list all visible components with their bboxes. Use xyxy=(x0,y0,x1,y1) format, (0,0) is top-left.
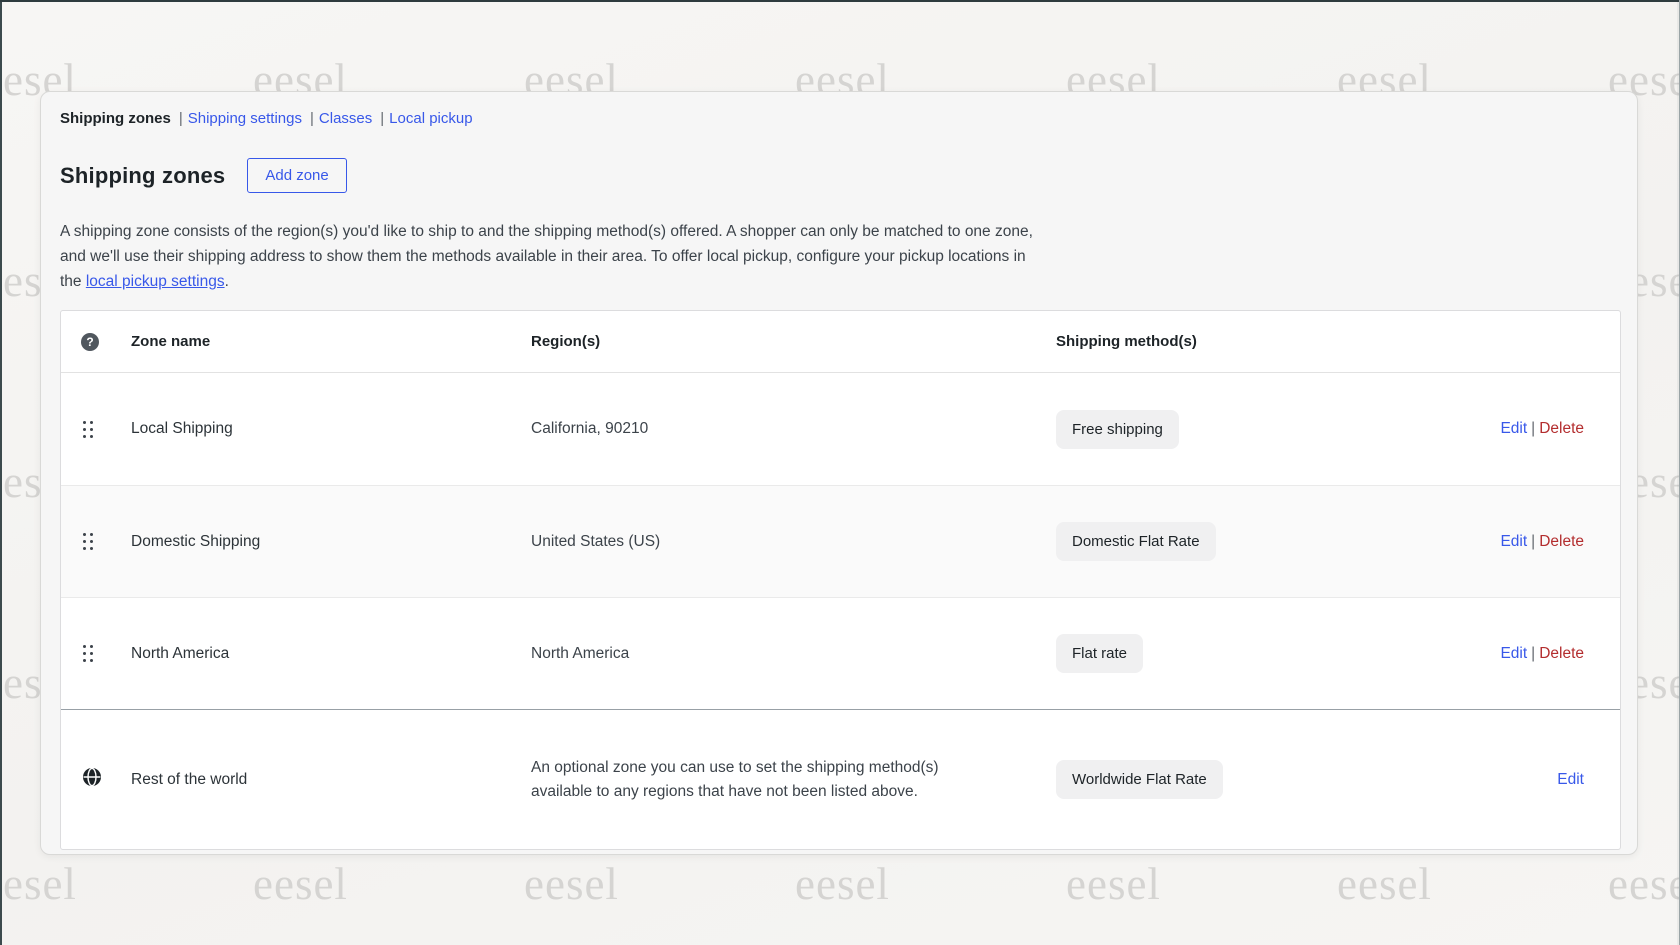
help-icon[interactable]: ? xyxy=(81,333,99,351)
shipping-zones-table: ? Zone name Region(s) Shipping method(s)… xyxy=(60,310,1621,850)
column-header-methods: Shipping method(s) xyxy=(1056,333,1486,350)
zone-region: North America xyxy=(531,642,983,666)
watermark-text: eesel xyxy=(0,858,77,910)
table-row-rest-of-world: Rest of the world An optional zone you c… xyxy=(61,709,1620,849)
watermark-text: eesel xyxy=(1337,858,1432,910)
watermark-text: eesel xyxy=(524,858,619,910)
action-separator: | xyxy=(1531,645,1535,662)
delete-link[interactable]: Delete xyxy=(1539,533,1584,550)
table-header-row: ? Zone name Region(s) Shipping method(s) xyxy=(61,311,1620,373)
edit-link[interactable]: Edit xyxy=(1500,645,1527,662)
table-row: Local Shipping California, 90210 Free sh… xyxy=(61,373,1620,485)
nav-separator: | xyxy=(380,110,384,127)
drag-handle-icon[interactable] xyxy=(83,533,93,550)
nav-separator: | xyxy=(179,110,183,127)
edit-link[interactable]: Edit xyxy=(1500,420,1527,437)
edit-link[interactable]: Edit xyxy=(1557,771,1584,788)
tab-local-pickup[interactable]: Local pickup xyxy=(389,110,472,127)
edit-link[interactable]: Edit xyxy=(1500,533,1527,550)
column-header-regions: Region(s) xyxy=(531,333,1056,350)
watermark-text: eesel xyxy=(1608,858,1680,910)
column-header-zone-name: Zone name xyxy=(131,333,531,350)
delete-link[interactable]: Delete xyxy=(1539,645,1584,662)
zone-name: Domestic Shipping xyxy=(131,533,531,551)
table-row: North America North America Flat rate Ed… xyxy=(61,597,1620,709)
action-separator: | xyxy=(1531,533,1535,550)
shipping-settings-card: Shipping zones | Shipping settings | Classes… xyxy=(40,91,1638,855)
tab-shipping-zones[interactable]: Shipping zones xyxy=(60,110,171,127)
heading-row: Shipping zones Add zone xyxy=(60,158,1637,193)
drag-handle-icon[interactable] xyxy=(83,645,93,662)
zone-name: North America xyxy=(131,645,531,663)
add-zone-button[interactable]: Add zone xyxy=(247,158,346,193)
zone-name: Local Shipping xyxy=(131,420,531,438)
delete-link[interactable]: Delete xyxy=(1539,420,1584,437)
watermark-text: eesel xyxy=(1066,858,1161,910)
shipping-method-badge: Flat rate xyxy=(1056,634,1143,673)
globe-icon xyxy=(82,774,102,791)
drag-handle-icon[interactable] xyxy=(83,421,93,438)
action-separator: | xyxy=(1531,420,1535,437)
watermark-text: eesel xyxy=(795,858,890,910)
description-text-end: . xyxy=(225,273,229,290)
tab-classes[interactable]: Classes xyxy=(319,110,372,127)
zone-description: An optional zone you can use to set the … xyxy=(531,756,983,804)
zones-description: A shipping zone consists of the region(s… xyxy=(60,219,1038,294)
page-title: Shipping zones xyxy=(60,163,225,189)
shipping-subnav: Shipping zones | Shipping settings | Classes… xyxy=(60,109,1637,128)
tab-shipping-settings[interactable]: Shipping settings xyxy=(188,110,302,127)
shipping-method-badge: Worldwide Flat Rate xyxy=(1056,760,1223,799)
shipping-method-badge: Domestic Flat Rate xyxy=(1056,522,1216,561)
shipping-method-badge: Free shipping xyxy=(1056,410,1179,449)
zone-region: United States (US) xyxy=(531,530,983,554)
nav-separator: | xyxy=(310,110,314,127)
zone-region: California, 90210 xyxy=(531,417,983,441)
table-row: Domestic Shipping United States (US) Dom… xyxy=(61,485,1620,597)
local-pickup-settings-link[interactable]: local pickup settings xyxy=(86,273,225,290)
watermark-text: eesel xyxy=(253,858,348,910)
zone-name: Rest of the world xyxy=(131,771,531,789)
